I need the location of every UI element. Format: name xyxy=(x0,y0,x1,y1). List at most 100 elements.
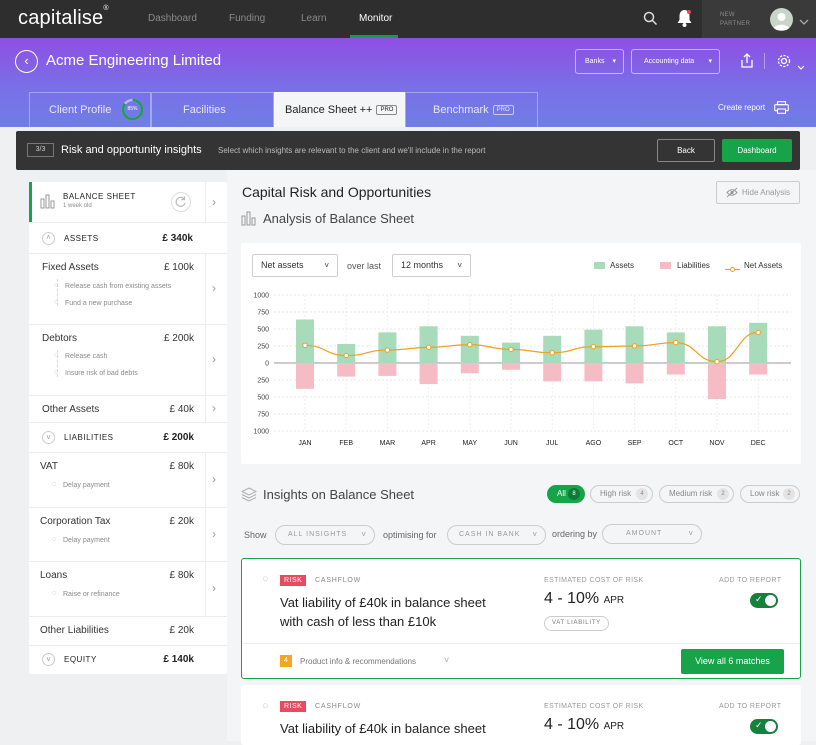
x-tick-label: SEP xyxy=(628,440,642,447)
vat-liability-chip[interactable]: VAT LIABILITY xyxy=(544,616,609,631)
hide-analysis-button[interactable]: Hide Analysis xyxy=(716,181,800,204)
metric-dropdown[interactable]: Net assets ˅ xyxy=(252,254,338,277)
tab-benchmark[interactable]: Benchmark PRO xyxy=(405,92,538,127)
nav-learn[interactable]: Learn xyxy=(301,13,327,24)
bulb-icon: ◌ xyxy=(54,369,59,376)
suggestion-item[interactable]: Insure risk of bad debts xyxy=(65,370,138,377)
divider xyxy=(205,452,206,507)
x-tick-label: MAR xyxy=(380,440,396,447)
chevron-down-icon[interactable]: ˅ xyxy=(444,655,449,665)
net-assets-point xyxy=(549,350,555,356)
chevron-right-icon[interactable]: › xyxy=(212,195,216,209)
expand-down-icon[interactable]: ˅ xyxy=(42,653,55,666)
add-to-report-toggle[interactable]: ✓ xyxy=(750,593,778,608)
chevron-down-icon[interactable] xyxy=(797,58,805,76)
refresh-icon[interactable] xyxy=(171,192,191,212)
suggestion-item[interactable]: Release cash xyxy=(65,353,107,360)
divider xyxy=(29,422,227,423)
accounting-data-dropdown[interactable]: Accounting data ▾ xyxy=(631,49,720,74)
optimising-dropdown[interactable]: CASH IN BANK ˅ xyxy=(447,525,546,545)
expand-down-icon[interactable]: ˅ xyxy=(42,431,55,444)
y-tick-label: 750 xyxy=(257,412,269,419)
legend-label-liabilities: Liabilities xyxy=(677,261,710,270)
gear-icon[interactable] xyxy=(776,53,792,74)
share-icon[interactable] xyxy=(740,53,754,74)
divider xyxy=(205,507,206,561)
vat-label: VAT xyxy=(40,461,58,472)
suggestion-item[interactable]: Delay payment xyxy=(63,482,110,489)
chevron-right-icon[interactable]: › xyxy=(212,352,216,366)
page-title: Capital Risk and Opportunities xyxy=(242,184,432,200)
bar-liabilities xyxy=(708,363,726,400)
equity-value: £ 140k xyxy=(163,654,194,665)
other-assets-value: £ 40k xyxy=(169,404,194,415)
add-to-report-label: ADD TO REPORT xyxy=(719,703,782,710)
back-arrow-icon[interactable]: ‹ xyxy=(15,50,38,73)
y-tick-label: 0 xyxy=(265,361,269,368)
suggestion-item[interactable]: Release cash from existing assets xyxy=(65,283,171,290)
bulb-icon: ◌ xyxy=(54,299,59,306)
suggestion-item[interactable]: Delay payment xyxy=(63,537,110,544)
net-assets-line xyxy=(304,331,759,363)
show-label: Show xyxy=(244,530,267,540)
back-button[interactable]: Back xyxy=(657,139,715,162)
filter-medium-risk[interactable]: Medium risk 2 xyxy=(659,485,734,503)
tab-balance-sheet[interactable]: Balance Sheet ++ PRO xyxy=(274,92,405,127)
ordering-label: ordering by xyxy=(552,529,598,539)
logo[interactable]: capitalise® xyxy=(18,5,109,30)
chevron-right-icon[interactable]: › xyxy=(212,401,216,415)
suggestion-item[interactable]: Fund a new purchase xyxy=(65,300,132,307)
create-report-link[interactable]: Create report xyxy=(718,103,765,112)
bell-icon[interactable] xyxy=(676,9,693,33)
over-last-label: over last xyxy=(347,261,382,271)
divider xyxy=(29,324,227,325)
net-assets-point xyxy=(755,329,761,336)
filter-count: 2 xyxy=(783,488,795,500)
divider xyxy=(29,561,227,562)
legend-label-assets: Assets xyxy=(610,261,635,270)
chevron-down-icon[interactable] xyxy=(799,13,809,31)
filter-high-risk[interactable]: High risk 4 xyxy=(590,485,653,503)
filter-all[interactable]: All 8 xyxy=(547,485,585,503)
product-info-link[interactable]: Product info & recommendations xyxy=(300,657,416,666)
collapse-up-icon[interactable]: ˄ xyxy=(42,232,55,245)
bar-liabilities xyxy=(460,363,479,374)
net-assets-point xyxy=(425,344,432,351)
printer-icon[interactable] xyxy=(774,101,789,119)
show-dropdown[interactable]: ALL INSIGHTS ˅ xyxy=(275,525,375,545)
analysis-title: Analysis of Balance Sheet xyxy=(263,211,415,226)
chevron-right-icon[interactable]: › xyxy=(212,281,216,295)
loans-label: Loans xyxy=(40,570,68,581)
tab-facilities[interactable]: Facilities xyxy=(151,92,274,127)
nav-dashboard[interactable]: Dashboard xyxy=(148,13,197,24)
assets-label: ASSETS xyxy=(64,234,99,243)
toggle-knob xyxy=(765,595,776,606)
dashboard-button[interactable]: Dashboard xyxy=(722,139,792,162)
progress-badge: 85% xyxy=(127,106,138,112)
nav-monitor[interactable]: Monitor xyxy=(359,13,392,24)
period-dropdown[interactable]: 12 months ˅ xyxy=(392,254,471,277)
banks-dropdown[interactable]: Banks ▾ xyxy=(575,49,624,74)
divider xyxy=(29,507,227,508)
divider xyxy=(242,643,800,644)
net-assets-point xyxy=(673,339,679,346)
ordering-dropdown[interactable]: AMOUNT ˅ xyxy=(602,524,702,544)
equity-label: EQUITY xyxy=(64,655,97,664)
y-tick-label: 1000 xyxy=(253,293,269,300)
chevron-right-icon[interactable]: › xyxy=(212,472,216,486)
toggle-knob xyxy=(765,721,776,732)
divider xyxy=(205,395,206,422)
insight-headline: Vat liability of £40k in balance sheet wi… xyxy=(280,595,486,629)
view-all-matches-button[interactable]: View all 6 matches xyxy=(681,649,784,674)
add-to-report-toggle[interactable]: ✓ xyxy=(750,719,778,734)
suggestion-item[interactable]: Raise or refinance xyxy=(63,591,120,598)
filter-low-risk[interactable]: Low risk 2 xyxy=(740,485,800,503)
search-icon[interactable] xyxy=(643,11,658,31)
chevron-right-icon[interactable]: › xyxy=(212,527,216,541)
nav-funding[interactable]: Funding xyxy=(229,13,265,24)
bar-assets xyxy=(543,335,562,363)
tab-client-profile[interactable]: Client Profile 85% xyxy=(29,92,151,127)
chevron-right-icon[interactable]: › xyxy=(212,581,216,595)
avatar[interactable] xyxy=(770,8,793,31)
bulb-icon: ◌ xyxy=(54,282,59,289)
